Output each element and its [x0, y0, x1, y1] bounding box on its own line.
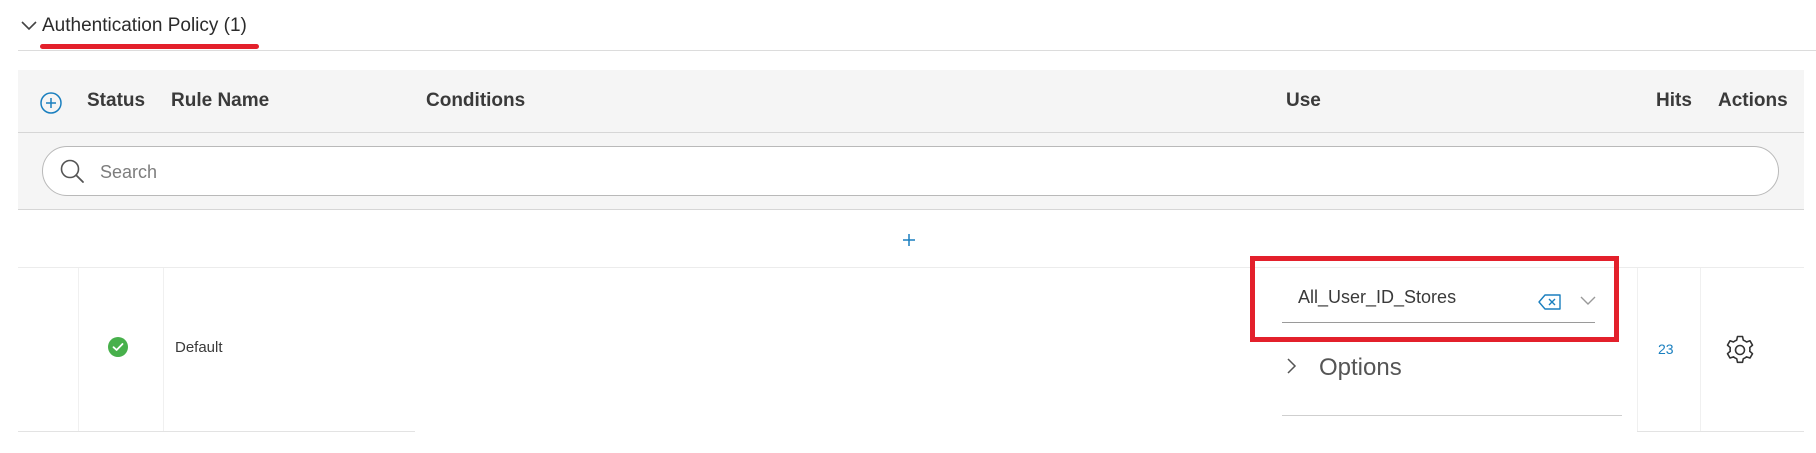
plus-circle-icon[interactable]: [40, 92, 62, 114]
clear-backspace-icon[interactable]: [1538, 294, 1562, 310]
plus-icon[interactable]: [896, 227, 922, 253]
column-divider: [78, 268, 79, 431]
column-header-hits[interactable]: Hits: [1656, 70, 1692, 132]
search-row: [18, 133, 1804, 210]
chevron-down-icon[interactable]: [1578, 292, 1598, 308]
options-divider: [1282, 415, 1622, 416]
chevron-right-icon[interactable]: [1282, 356, 1302, 376]
title-highlight-underline: [40, 44, 259, 49]
column-divider: [1637, 268, 1638, 431]
column-divider: [1700, 268, 1701, 431]
gear-icon[interactable]: [1724, 334, 1756, 366]
section-divider: [18, 50, 1816, 51]
options-expander[interactable]: Options: [1319, 354, 1402, 382]
column-header-status[interactable]: Status: [87, 70, 145, 132]
use-select-underline: [1282, 322, 1595, 323]
check-circle-icon[interactable]: [108, 337, 128, 357]
search-icon: [59, 158, 85, 184]
column-header-actions: Actions: [1718, 90, 1788, 111]
section-header[interactable]: Authentication Policy (1): [18, 12, 247, 40]
column-header-conditions[interactable]: Conditions: [426, 70, 525, 132]
row-divider: [1637, 431, 1804, 432]
section-title[interactable]: Authentication Policy (1): [42, 15, 247, 37]
row-divider: [18, 431, 415, 432]
chevron-down-icon[interactable]: [18, 15, 40, 37]
hits-count[interactable]: 23: [1658, 341, 1674, 357]
use-select-value[interactable]: All_User_ID_Stores: [1298, 287, 1456, 308]
column-divider: [163, 268, 164, 431]
table-header: Status Rule Name Conditions Use Hits Act…: [18, 70, 1804, 133]
column-header-use[interactable]: Use: [1286, 70, 1321, 132]
column-header-rule-name[interactable]: Rule Name: [171, 70, 269, 132]
search-box[interactable]: [42, 146, 1779, 196]
search-input[interactable]: [98, 155, 1752, 189]
rule-name[interactable]: Default: [175, 339, 223, 356]
